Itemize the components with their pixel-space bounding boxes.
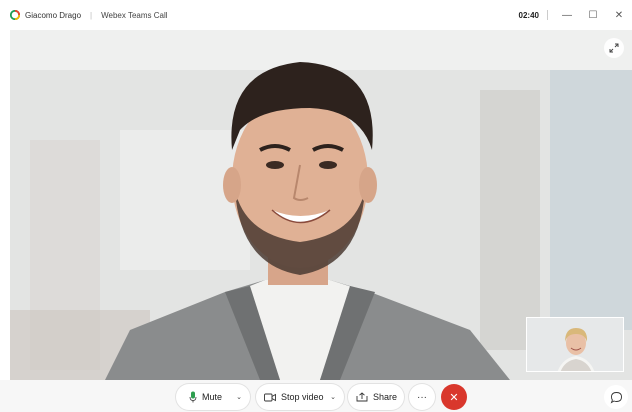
chevron-down-icon[interactable]: ⌄ (330, 393, 336, 401)
participant-name: Giacomo Drago (25, 10, 82, 20)
chevron-down-icon[interactable]: ⌄ (236, 393, 242, 401)
title-bar: Giacomo Drago | Webex Teams Call 02:40 —… (0, 0, 632, 30)
share-button[interactable]: Share (348, 384, 404, 410)
maximize-button[interactable]: ☐ (580, 0, 606, 30)
timer-divider (547, 10, 548, 20)
fullscreen-button[interactable] (604, 38, 624, 58)
more-icon: ··· (417, 391, 427, 403)
webex-logo-icon (10, 10, 20, 20)
minimize-button[interactable]: — (554, 0, 580, 30)
close-icon: ✕ (449, 391, 459, 404)
share-label: Share (373, 392, 398, 402)
title-separator: | (90, 10, 93, 20)
call-controls-bar: Mute ⌄ Stop video ⌄ Share ··· ✕ (0, 380, 632, 412)
camera-icon (264, 393, 276, 402)
end-call-button[interactable]: ✕ (441, 384, 467, 410)
call-timer: 02:40 (518, 10, 539, 20)
self-view-video[interactable] (526, 317, 624, 372)
share-screen-icon (356, 392, 368, 402)
remote-video[interactable] (10, 30, 632, 380)
chat-bubble-icon (610, 391, 622, 404)
chat-button[interactable] (604, 385, 628, 409)
stop-video-button[interactable]: Stop video ⌄ (256, 384, 344, 410)
microphone-icon (189, 391, 197, 403)
app-title: Webex Teams Call (101, 10, 168, 20)
close-window-button[interactable]: ✕ (606, 0, 632, 30)
more-options-button[interactable]: ··· (409, 384, 435, 410)
stop-video-label: Stop video (281, 392, 324, 402)
expand-icon (609, 43, 619, 53)
mute-label: Mute (202, 392, 223, 402)
self-view-participant (527, 318, 623, 371)
mute-button[interactable]: Mute ⌄ (176, 384, 250, 410)
